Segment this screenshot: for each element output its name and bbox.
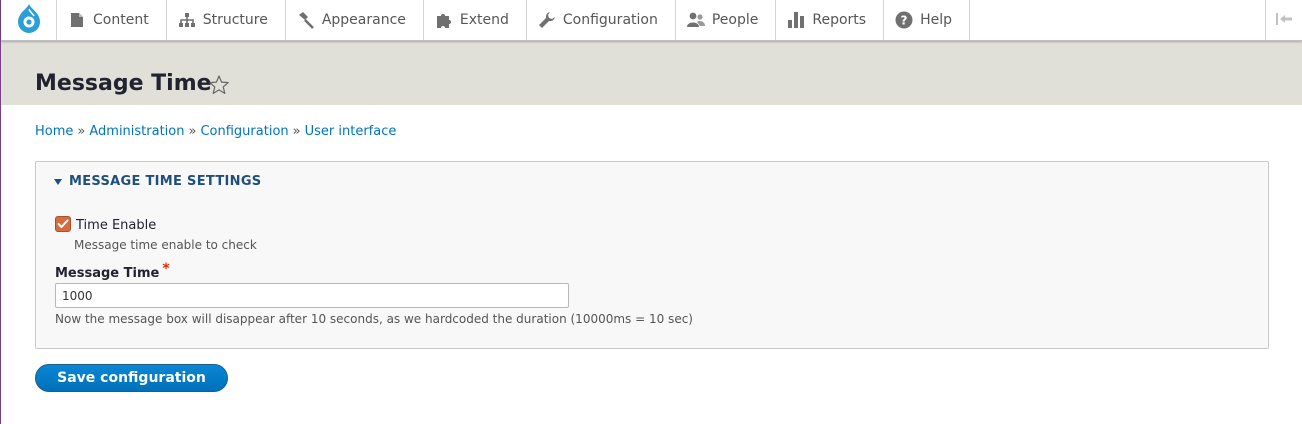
toolbar-item-label: People	[711, 12, 759, 28]
fieldset-legend-label: MESSAGE TIME SETTINGS	[69, 174, 262, 189]
toolbar-item-structure[interactable]: Structure	[167, 0, 286, 40]
time-enable-row: Time Enable	[55, 214, 156, 233]
toolbar-item-label: Appearance	[321, 12, 406, 28]
breadcrumb-administration[interactable]: Administration	[89, 124, 184, 139]
toolbar-item-help[interactable]: ? Help	[884, 0, 970, 40]
paintbrush-icon	[296, 10, 316, 30]
toolbar-item-content[interactable]: Content	[57, 0, 167, 40]
toolbar-item-reports[interactable]: Reports	[776, 0, 885, 40]
message-time-label-text: Message Time	[55, 266, 160, 281]
breadcrumb-separator: »	[188, 124, 197, 139]
people-icon	[686, 10, 706, 30]
svg-text:?: ?	[901, 14, 908, 28]
puzzle-icon	[434, 10, 454, 30]
fieldset-legend-toggle[interactable]: MESSAGE TIME SETTINGS	[54, 174, 261, 189]
page-title: Message Time	[35, 71, 212, 96]
breadcrumb-home[interactable]: Home	[35, 124, 73, 139]
toolbar-item-label: Help	[920, 12, 952, 28]
toolbar-item-label: Content	[93, 12, 149, 28]
save-configuration-button[interactable]: Save configuration	[35, 364, 228, 392]
breadcrumb-configuration[interactable]: Configuration	[200, 124, 288, 139]
sitemap-icon	[177, 10, 197, 30]
required-marker: *	[162, 261, 170, 277]
toolbar-item-label: Extend	[459, 12, 509, 28]
drupal-home-button[interactable]	[1, 0, 57, 40]
drupal-logo-icon	[16, 3, 42, 37]
toolbar-item-people[interactable]: People	[676, 0, 777, 40]
time-enable-label[interactable]: Time Enable	[76, 218, 156, 233]
star-outline-icon[interactable]	[208, 74, 230, 96]
time-enable-checkbox[interactable]	[55, 215, 71, 232]
time-enable-description: Message time enable to check	[74, 238, 257, 252]
collapse-toolbar-button[interactable]	[1265, 0, 1302, 40]
page-icon	[67, 10, 87, 30]
toolbar-item-label: Reports	[812, 12, 867, 28]
admin-toolbar: Content Structure Appearance Extend Conf…	[1, 0, 1302, 41]
message-time-settings-fieldset: MESSAGE TIME SETTINGS Time Enable Messag…	[35, 161, 1269, 349]
toolbar-item-label: Configuration	[562, 12, 658, 28]
collapse-triangle-icon	[54, 178, 62, 185]
wrench-icon	[537, 10, 557, 30]
toolbar-item-extend[interactable]: Extend	[424, 0, 527, 40]
message-time-label: Message Time *	[55, 261, 170, 281]
checkmark-icon	[57, 219, 69, 228]
message-time-input[interactable]	[55, 283, 569, 308]
toolbar-item-configuration[interactable]: Configuration	[527, 0, 676, 40]
collapse-toolbar-icon	[1275, 11, 1293, 30]
breadcrumb-separator: »	[77, 124, 86, 139]
breadcrumb-user-interface[interactable]: User interface	[305, 124, 397, 139]
message-time-description: Now the message box will disappear after…	[55, 312, 693, 326]
breadcrumb: Home» Administration» Configuration» User i…	[35, 123, 396, 141]
toolbar-item-label: Structure	[202, 12, 268, 28]
bar-chart-icon	[786, 10, 806, 30]
toolbar-item-appearance[interactable]: Appearance	[286, 0, 424, 40]
question-icon: ?	[894, 10, 914, 30]
breadcrumb-separator: »	[292, 124, 301, 139]
